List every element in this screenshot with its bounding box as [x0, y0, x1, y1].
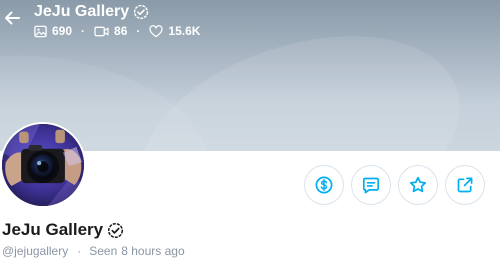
profile-name: JeJu Gallery	[2, 220, 104, 239]
avatar-camera-photo	[2, 124, 84, 206]
likes-count: 15.6K	[168, 24, 201, 38]
likes-stat: 15.6K	[149, 24, 200, 38]
header-title: JeJu Gallery	[34, 3, 149, 21]
meta-separator: ·	[77, 244, 82, 258]
back-button[interactable]	[2, 8, 22, 28]
dollar-circle-icon	[315, 176, 333, 194]
stats-separator: ·	[81, 24, 86, 38]
seen-time: 8 hours ago	[121, 244, 185, 258]
avatar[interactable]	[0, 122, 86, 208]
profile-banner: JeJu Gallery 690 · 86 · 15.6K	[0, 0, 500, 151]
message-icon	[362, 177, 380, 194]
tip-button[interactable]	[304, 165, 344, 205]
profile-handle[interactable]: @jejugallery	[2, 244, 68, 258]
profile-stats: 690 · 86 · 15.6K	[34, 24, 200, 38]
videos-stat: 86	[94, 24, 127, 38]
header-title-text: JeJu Gallery	[34, 3, 130, 20]
image-icon	[34, 25, 47, 37]
profile-actions	[304, 165, 485, 205]
profile-name-row: JeJu Gallery	[2, 220, 124, 240]
favorite-button[interactable]	[398, 165, 438, 205]
message-button[interactable]	[351, 165, 391, 205]
profile-meta: @jejugallery · Seen 8 hours ago	[2, 244, 185, 258]
star-icon	[409, 176, 427, 193]
verified-badge-icon	[134, 4, 149, 20]
seen-label: Seen	[89, 244, 118, 258]
videos-count: 86	[114, 24, 128, 38]
arrow-left-icon	[5, 11, 20, 25]
photos-stat: 690	[34, 24, 72, 38]
photos-count: 690	[52, 24, 73, 38]
video-icon	[94, 26, 109, 36]
heart-icon	[149, 24, 163, 37]
verified-badge-icon	[108, 222, 124, 238]
share-icon	[457, 177, 473, 193]
share-button[interactable]	[445, 165, 485, 205]
stats-separator: ·	[136, 24, 141, 38]
